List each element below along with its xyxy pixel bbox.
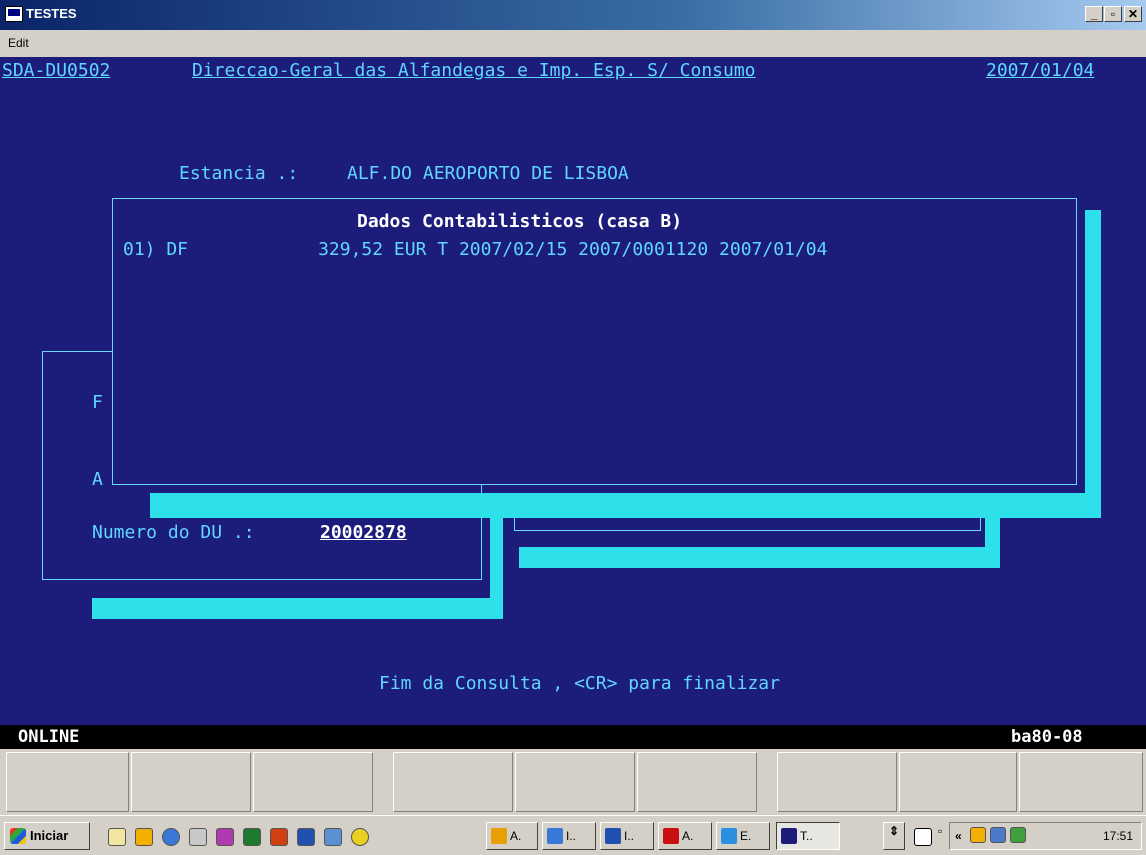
popup-row-1[interactable]: 01) DF 329,52 EUR T 2007/02/15 2007/0001… bbox=[123, 239, 827, 261]
terminal-screen[interactable]: SDA-DU0502 Direccao-Geral das Alfandegas… bbox=[0, 57, 1146, 725]
du-label: Numero do DU .: bbox=[92, 522, 255, 543]
task-label: T.. bbox=[800, 829, 813, 843]
task-label: A. bbox=[682, 829, 694, 843]
tray-clock-icon[interactable] bbox=[970, 827, 986, 843]
outlook-icon[interactable] bbox=[270, 828, 288, 846]
task-label: A. bbox=[510, 829, 522, 843]
start-label: Iniciar bbox=[30, 828, 69, 843]
network-icon[interactable] bbox=[189, 828, 207, 846]
popup-shadow-right bbox=[1085, 210, 1101, 518]
restore-small-icon[interactable]: ▫ bbox=[938, 824, 942, 838]
fkey-button-4[interactable] bbox=[393, 752, 513, 812]
footer-message: Fim da Consulta , <CR> para finalizar bbox=[379, 673, 780, 694]
task-label: I.. bbox=[566, 829, 577, 843]
fkey-button-7[interactable] bbox=[777, 752, 897, 812]
task-app-icon bbox=[605, 828, 621, 844]
background-field-a-label: A bbox=[92, 469, 103, 490]
media-icon[interactable] bbox=[351, 828, 369, 846]
help-icon[interactable] bbox=[914, 828, 932, 846]
task-button-5[interactable]: E. bbox=[716, 822, 770, 850]
background-field-f-label: F bbox=[92, 392, 103, 413]
program-id: SDA-DU0502 bbox=[2, 60, 111, 81]
task-button-4[interactable]: A. bbox=[658, 822, 712, 850]
notepad-icon[interactable] bbox=[108, 828, 126, 846]
word-icon[interactable] bbox=[297, 828, 315, 846]
fkey-button-6[interactable] bbox=[637, 752, 757, 812]
clock-app-icon[interactable] bbox=[135, 828, 153, 846]
task-label: E. bbox=[740, 829, 752, 843]
task-button-6[interactable]: T.. bbox=[776, 822, 840, 850]
internet-explorer-icon[interactable] bbox=[162, 828, 180, 846]
tray-app-icon[interactable] bbox=[1010, 827, 1026, 843]
chevron-left-icon[interactable]: « bbox=[955, 829, 962, 843]
task-app-icon bbox=[663, 828, 679, 844]
function-key-bar bbox=[0, 749, 1146, 815]
task-app-icon bbox=[491, 828, 507, 844]
minimize-button[interactable]: _ bbox=[1085, 6, 1103, 22]
task-button-3[interactable]: I.. bbox=[600, 822, 654, 850]
popup-shadow-bottom bbox=[150, 493, 1101, 518]
scroll-arrows-icon: ⇕ bbox=[889, 824, 900, 838]
task-button-1[interactable]: A. bbox=[486, 822, 538, 850]
hidden-window-shadow-bottom bbox=[519, 547, 1000, 568]
fkey-button-2[interactable] bbox=[131, 752, 251, 812]
agency-title: Direccao-Geral das Alfandegas e Imp. Esp… bbox=[192, 60, 756, 81]
status-session: ba80-08 bbox=[1011, 727, 1083, 747]
excel-icon[interactable] bbox=[243, 828, 261, 846]
paint-icon[interactable] bbox=[216, 828, 234, 846]
start-button[interactable]: Iniciar bbox=[4, 822, 90, 850]
menu-edit[interactable]: Edit bbox=[8, 36, 29, 50]
task-app-icon bbox=[721, 828, 737, 844]
estancia-label: Estancia .: bbox=[179, 163, 299, 184]
task-app-icon bbox=[547, 828, 563, 844]
tray-network-icon[interactable] bbox=[990, 827, 1006, 843]
terminal-app-icon bbox=[5, 6, 23, 22]
task-button-2[interactable]: I.. bbox=[542, 822, 596, 850]
window-titlebar[interactable]: TESTES _ ▫ ✕ bbox=[0, 0, 1146, 30]
window-title: TESTES bbox=[26, 6, 77, 21]
status-online: ONLINE bbox=[18, 727, 80, 747]
fkey-button-5[interactable] bbox=[515, 752, 635, 812]
terminal-status-line: ONLINE ba80-08 bbox=[0, 725, 1146, 749]
close-button[interactable]: ✕ bbox=[1124, 6, 1142, 22]
du-value: 20002878 bbox=[320, 522, 407, 543]
task-label: I.. bbox=[624, 829, 635, 843]
popup-title: Dados Contabilisticos (casa B) bbox=[357, 211, 683, 232]
screen-date: 2007/01/04 bbox=[986, 60, 1095, 81]
taskbar-clock[interactable]: 17:51 bbox=[1103, 829, 1133, 843]
fkey-button-1[interactable] bbox=[6, 752, 129, 812]
menu-bar: Edit bbox=[0, 30, 1146, 57]
fkey-button-9[interactable] bbox=[1019, 752, 1143, 812]
background-form-shadow-bottom bbox=[92, 598, 503, 619]
restore-button[interactable]: ▫ bbox=[1104, 6, 1122, 22]
windows-flag-icon bbox=[10, 828, 26, 844]
fkey-button-8[interactable] bbox=[899, 752, 1017, 812]
windows-taskbar: Iniciar A. I.. I.. A. E. T.. ⇕ ▫ « 17:51 bbox=[0, 815, 1146, 855]
browser-icon[interactable] bbox=[324, 828, 342, 846]
fkey-button-3[interactable] bbox=[253, 752, 373, 812]
taskbar-scroll-button[interactable]: ⇕ bbox=[883, 822, 905, 850]
estancia-value: ALF.DO AEROPORTO DE LISBOA bbox=[347, 163, 629, 184]
system-tray: « 17:51 bbox=[949, 822, 1142, 850]
task-app-icon bbox=[781, 828, 797, 844]
